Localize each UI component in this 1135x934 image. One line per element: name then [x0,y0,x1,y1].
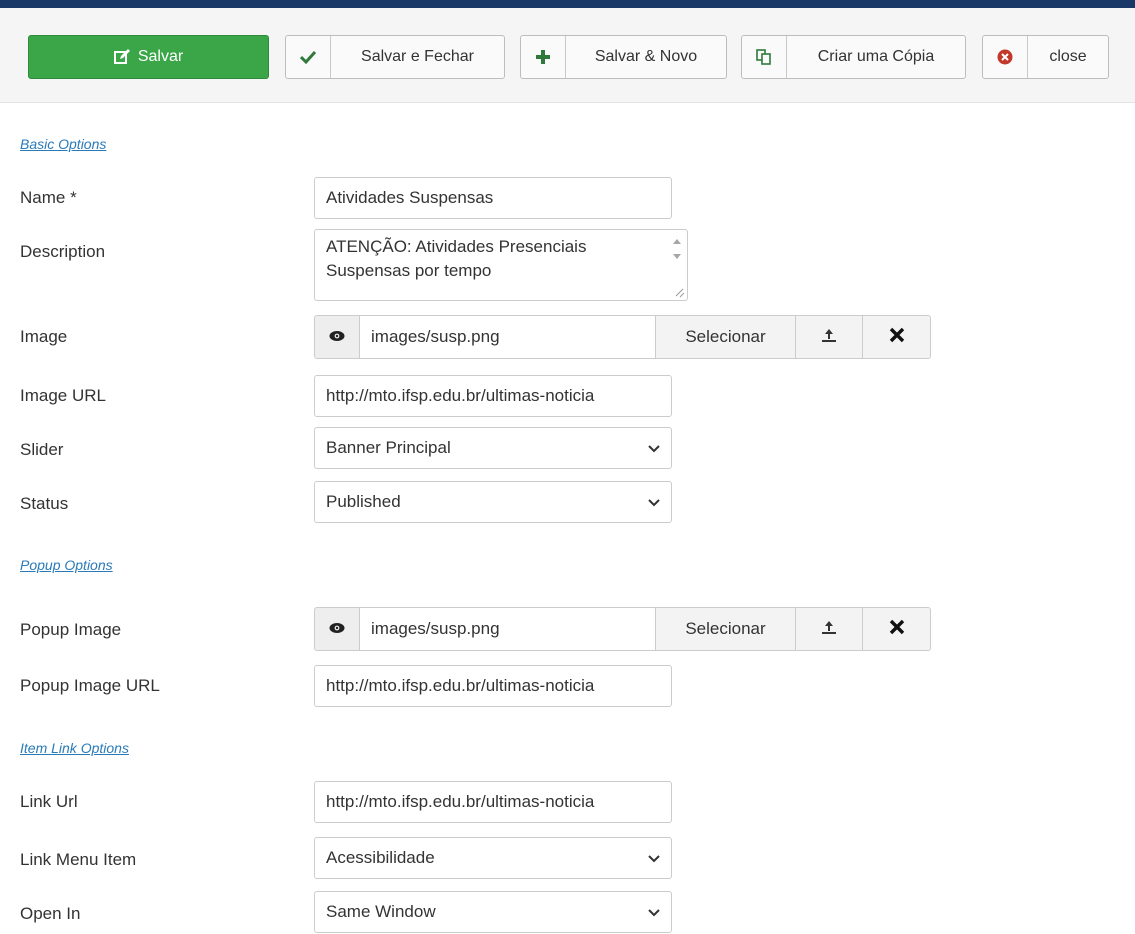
image-url-input[interactable]: http://mto.ifsp.edu.br/ultimas-noticia [314,375,672,417]
popup-image-path-value: images/susp.png [371,619,500,638]
image-clear-button[interactable] [863,315,931,359]
copy-label: Criar uma Cópia [817,48,935,65]
x-icon [889,619,905,640]
save-new-button[interactable]: Salvar & Novo [520,35,727,79]
copy-icon [742,36,787,78]
image-path-input[interactable]: images/susp.png [360,315,656,359]
description-value: ATENÇÃO: Atividades Presenciais Suspensa… [326,237,587,280]
x-icon [889,327,905,348]
save-close-label: Salvar e Fechar [361,48,474,65]
chevron-down-icon [647,903,661,928]
check-icon [286,36,331,78]
upload-icon [821,327,837,348]
toolbar: Salvar Salvar e Fechar Salvar & Novo Cri… [0,8,1135,103]
image-media-field: images/susp.png Selecionar [314,315,931,359]
save-button[interactable]: Salvar [28,35,269,79]
link-url-input[interactable]: http://mto.ifsp.edu.br/ultimas-noticia [314,781,672,823]
link-menu-item-value: Acessibilidade [326,848,435,867]
top-accent-bar [0,0,1135,8]
popup-image-url-value: http://mto.ifsp.edu.br/ultimas-noticia [326,676,595,695]
popup-image-media-field: images/susp.png Selecionar [314,607,931,651]
open-in-label: Open In [20,904,81,923]
popup-image-path-input[interactable]: images/susp.png [360,607,656,651]
upload-icon [821,619,837,640]
link-menu-item-label: Link Menu Item [20,850,137,869]
preview-button[interactable] [314,315,360,359]
popup-image-select-button[interactable]: Selecionar [656,607,796,651]
slider-label: Slider [20,440,64,459]
link-menu-item-select[interactable]: Acessibilidade [314,837,672,879]
chevron-down-icon [647,493,661,518]
eye-icon [329,619,345,639]
popup-image-url-input[interactable]: http://mto.ifsp.edu.br/ultimas-noticia [314,665,672,707]
save-label: Salvar [137,48,184,65]
save-close-button[interactable]: Salvar e Fechar [285,35,505,79]
status-value: Published [326,492,401,511]
status-select[interactable]: Published [314,481,672,523]
description-label: Description [20,242,106,261]
open-in-value: Same Window [326,902,436,921]
name-label: Name * [20,188,77,207]
close-label: close [1049,48,1087,65]
close-circle-icon [983,36,1028,78]
chevron-down-icon [647,849,661,874]
image-url-value: http://mto.ifsp.edu.br/ultimas-noticia [326,386,595,405]
image-label: Image [20,327,68,346]
link-url-label: Link Url [20,792,78,811]
section-popup-options[interactable]: Popup Options [20,557,113,573]
description-scrollbar[interactable] [667,230,687,300]
eye-icon [329,327,345,347]
save-new-label: Salvar & Novo [594,48,698,65]
section-item-link-options[interactable]: Item Link Options [20,740,129,756]
image-upload-button[interactable] [796,315,863,359]
name-value: Atividades Suspensas [326,188,494,207]
close-button[interactable]: close [982,35,1109,79]
open-in-select[interactable]: Same Window [314,891,672,933]
popup-image-upload-button[interactable] [796,607,863,651]
slider-value: Banner Principal [326,438,451,457]
image-path-value: images/susp.png [371,327,500,346]
copy-button[interactable]: Criar uma Cópia [741,35,966,79]
section-basic-options[interactable]: Basic Options [20,136,106,152]
chevron-down-icon [647,439,661,464]
popup-image-label: Popup Image [20,620,122,639]
plus-icon [521,36,566,78]
popup-image-clear-button[interactable] [863,607,931,651]
link-url-value: http://mto.ifsp.edu.br/ultimas-noticia [326,792,595,811]
image-select-button[interactable]: Selecionar [656,315,796,359]
preview-button[interactable] [314,607,360,651]
slider-select[interactable]: Banner Principal [314,427,672,469]
status-label: Status [20,494,69,513]
edit-icon [113,49,130,65]
description-textarea[interactable]: ATENÇÃO: Atividades Presenciais Suspensa… [314,229,688,301]
popup-image-url-label: Popup Image URL [20,676,160,695]
name-input[interactable]: Atividades Suspensas [314,177,672,219]
image-url-label: Image URL [20,386,106,405]
